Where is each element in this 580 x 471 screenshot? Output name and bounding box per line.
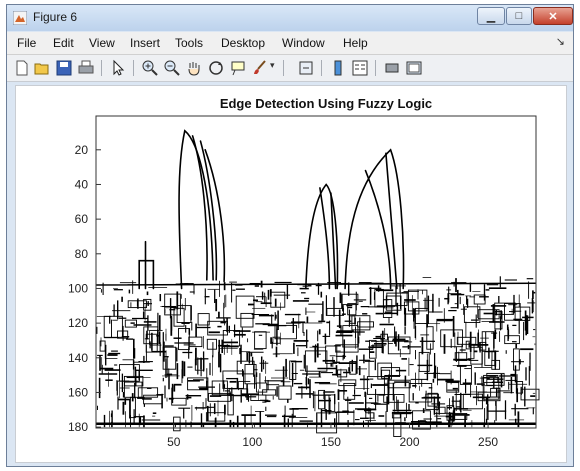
toolbar-separator <box>321 60 322 76</box>
brush-dropdown-icon[interactable]: ▾ <box>270 60 275 71</box>
menu-help[interactable]: Help <box>343 36 368 50</box>
y-tick-label: 80 <box>75 247 89 261</box>
toolbar-separator <box>133 60 134 76</box>
x-tick-label: 250 <box>478 435 498 449</box>
zoom-out-icon[interactable] <box>163 59 181 77</box>
legend-icon[interactable] <box>351 59 369 77</box>
image-background <box>96 116 536 428</box>
figure-canvas: Edge Detection Using Fuzzy Logic 50 100 15… <box>15 85 567 463</box>
new-figure-icon[interactable] <box>13 59 31 77</box>
toolbar-separator <box>375 60 376 76</box>
show-plot-tools-icon[interactable] <box>405 59 423 77</box>
menu-view[interactable]: View <box>89 36 115 50</box>
y-tick-label: 180 <box>68 420 88 434</box>
menu-desktop[interactable]: Desktop <box>221 36 265 50</box>
link-plot-icon[interactable] <box>297 59 315 77</box>
toolbar-separator <box>101 60 102 76</box>
window-title: Figure 6 <box>33 10 78 24</box>
print-icon[interactable] <box>77 59 95 77</box>
x-tick-label: 100 <box>242 435 262 449</box>
menu-edit[interactable]: Edit <box>53 36 74 50</box>
y-tick-label: 60 <box>75 212 89 226</box>
matlab-figure-icon <box>13 11 27 25</box>
x-tick-label: 50 <box>167 435 181 449</box>
save-icon[interactable] <box>55 59 73 77</box>
plot-title: Edge Detection Using Fuzzy Logic <box>220 96 432 111</box>
menu-insert[interactable]: Insert <box>130 36 160 50</box>
edge-detection-axes: Edge Detection Using Fuzzy Logic 50 100 15… <box>68 96 540 449</box>
menu-file[interactable]: File <box>17 36 36 50</box>
hide-plot-tools-icon[interactable] <box>383 59 401 77</box>
menu-window[interactable]: Window <box>282 36 325 50</box>
x-tick-label: 150 <box>321 435 341 449</box>
figure-toolbar: ▾ <box>7 55 573 82</box>
menu-bar: File Edit View Insert Tools Desktop Wind… <box>7 32 573 55</box>
y-tick-label: 120 <box>68 316 88 330</box>
colorbar-icon[interactable] <box>329 59 347 77</box>
rotate-3d-icon[interactable] <box>207 59 225 77</box>
maximize-button[interactable]: □ <box>506 7 532 25</box>
y-tick-label: 140 <box>68 351 88 365</box>
figure-window: Figure 6 ▁ □ ✕ File Edit View Insert Too… <box>6 4 574 467</box>
y-tick-label: 20 <box>75 143 89 157</box>
minimize-button[interactable]: ▁ <box>477 7 505 25</box>
edge-image <box>95 116 540 437</box>
close-button[interactable]: ✕ <box>533 7 573 25</box>
zoom-in-icon[interactable] <box>141 59 159 77</box>
dock-arrow-icon[interactable]: ↘ <box>556 35 565 48</box>
close-icon: ✕ <box>548 10 558 23</box>
brush-icon[interactable] <box>251 59 269 77</box>
y-tick-label: 160 <box>68 385 88 399</box>
y-tick-label: 100 <box>68 281 88 295</box>
minimize-icon: ▁ <box>486 10 496 23</box>
title-bar[interactable]: Figure 6 ▁ □ ✕ <box>7 5 573 31</box>
data-cursor-icon[interactable] <box>229 59 247 77</box>
menu-tools[interactable]: Tools <box>175 36 203 50</box>
open-file-icon[interactable] <box>33 59 51 77</box>
maximize-icon: □ <box>515 10 523 22</box>
edit-plot-arrow-icon[interactable] <box>109 59 127 77</box>
y-tick-label: 40 <box>75 177 89 191</box>
x-tick-label: 200 <box>399 435 419 449</box>
toolbar-separator <box>283 60 284 76</box>
pan-hand-icon[interactable] <box>185 59 203 77</box>
